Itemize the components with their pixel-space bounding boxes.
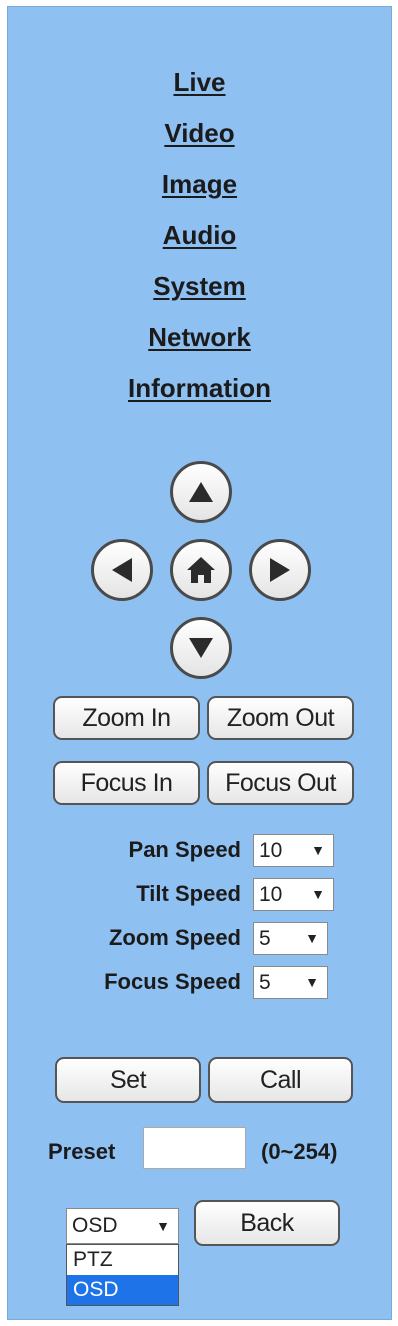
pan-down-button[interactable] [170, 617, 232, 679]
control-panel: Live Video Image Audio System Network In… [7, 6, 392, 1320]
focus-speed-select[interactable]: 5 ▼ [253, 966, 328, 999]
nav-live[interactable]: Live [8, 57, 391, 108]
pan-up-button[interactable] [170, 461, 232, 523]
tilt-speed-label: Tilt Speed [136, 881, 241, 906]
mode-option-osd[interactable]: OSD [67, 1275, 178, 1305]
set-preset-button[interactable]: Set [55, 1057, 201, 1103]
pan-speed-label: Pan Speed [128, 837, 241, 862]
nav-information[interactable]: Information [8, 363, 391, 414]
zoom-speed-label: Zoom Speed [108, 925, 241, 950]
zoom-speed-value: 5 [259, 927, 271, 950]
tilt-speed-select[interactable]: 10 ▼ [253, 878, 334, 911]
caret-down-icon: ▼ [305, 974, 319, 990]
pan-left-button[interactable] [91, 539, 153, 601]
call-preset-button[interactable]: Call [208, 1057, 353, 1103]
focus-speed-label: Focus Speed [104, 969, 241, 994]
caret-down-icon: ▼ [311, 842, 325, 858]
arrow-left-icon [112, 558, 132, 582]
nav-audio[interactable]: Audio [8, 210, 391, 261]
arrow-down-icon [189, 638, 213, 658]
mode-option-ptz[interactable]: PTZ [67, 1245, 178, 1275]
mode-select[interactable]: OSD ▼ [66, 1208, 179, 1244]
mode-options-list: PTZ OSD [66, 1244, 179, 1306]
preset-label: Preset [48, 1139, 116, 1164]
mode-select-value: OSD [72, 1214, 118, 1237]
arrow-right-icon [270, 558, 290, 582]
focus-in-button[interactable]: Focus In [53, 761, 200, 805]
focus-out-button[interactable]: Focus Out [207, 761, 354, 805]
nav-video[interactable]: Video [8, 108, 391, 159]
caret-down-icon: ▼ [305, 930, 319, 946]
caret-down-icon: ▼ [311, 886, 325, 902]
pan-speed-select[interactable]: 10 ▼ [253, 834, 334, 867]
nav-network[interactable]: Network [8, 312, 391, 363]
pan-right-button[interactable] [249, 539, 311, 601]
preset-input[interactable] [143, 1127, 246, 1169]
zoom-out-button[interactable]: Zoom Out [207, 696, 354, 740]
focus-speed-value: 5 [259, 971, 271, 994]
nav-image[interactable]: Image [8, 159, 391, 210]
zoom-in-button[interactable]: Zoom In [53, 696, 200, 740]
main-nav: Live Video Image Audio System Network In… [8, 57, 391, 414]
preset-range: (0~254) [261, 1139, 338, 1164]
zoom-speed-select[interactable]: 5 ▼ [253, 922, 328, 955]
home-icon [187, 557, 215, 583]
arrow-up-icon [189, 482, 213, 502]
home-button[interactable] [170, 539, 232, 601]
nav-system[interactable]: System [8, 261, 391, 312]
caret-down-icon: ▼ [156, 1218, 170, 1234]
pan-speed-value: 10 [259, 839, 283, 862]
tilt-speed-value: 10 [259, 883, 283, 906]
back-button[interactable]: Back [194, 1200, 340, 1246]
